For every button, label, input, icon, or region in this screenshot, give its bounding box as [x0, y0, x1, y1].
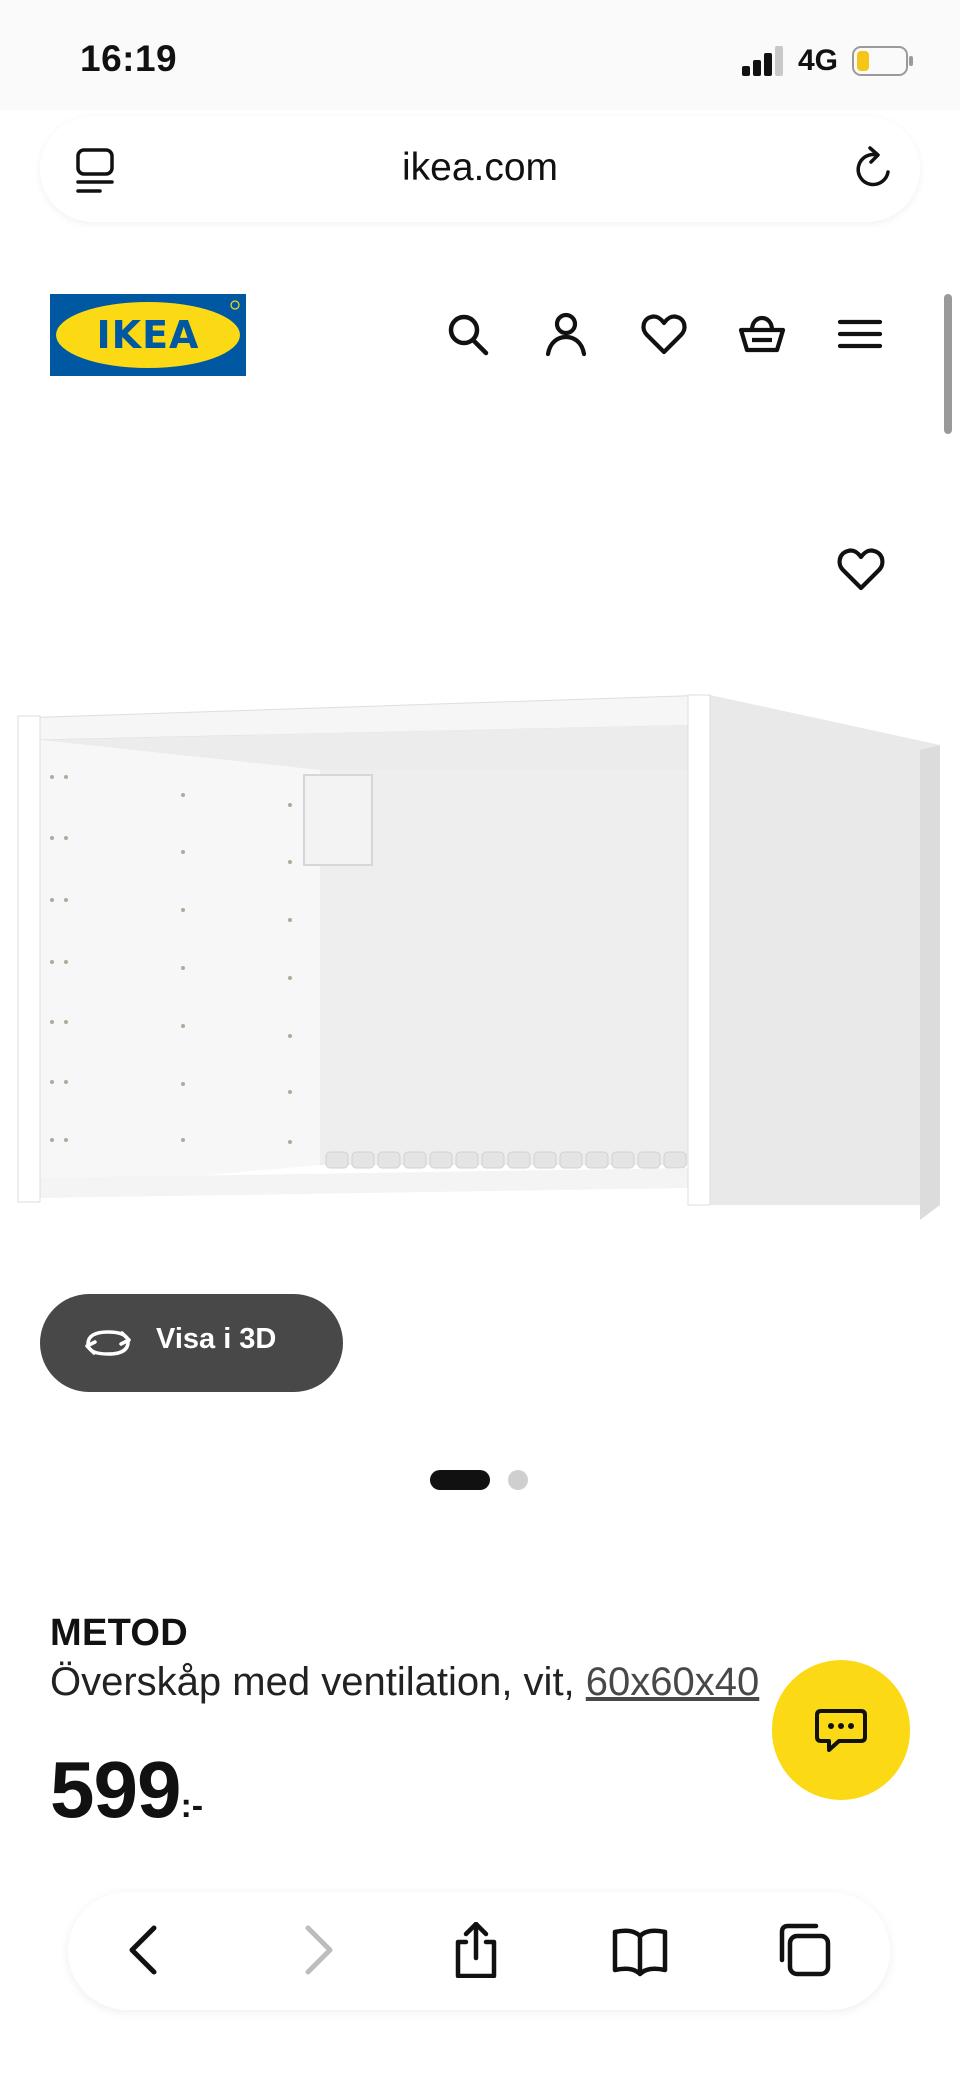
product-image[interactable]: [0, 680, 960, 1300]
product-size-link[interactable]: 60x60x40: [586, 1660, 759, 1704]
bookmarks-icon[interactable]: [612, 1922, 668, 1978]
product-description: Överskåp med ventilation, vit, 60x60x40: [50, 1660, 759, 1705]
menu-icon[interactable]: [836, 310, 884, 358]
product-description-text: Överskåp med ventilation, vit,: [50, 1660, 586, 1704]
search-icon[interactable]: [444, 310, 492, 358]
forward-icon[interactable]: [288, 1922, 344, 1978]
tabs-icon[interactable]: [776, 1922, 832, 1978]
account-icon[interactable]: [542, 310, 590, 358]
add-to-favorites-icon[interactable]: [836, 544, 886, 592]
basket-icon[interactable]: [738, 310, 786, 358]
reload-icon[interactable]: [852, 146, 896, 192]
carousel-dot[interactable]: [508, 1470, 528, 1490]
share-icon[interactable]: [448, 1922, 504, 1978]
rotate-3d-icon: [85, 1330, 131, 1356]
carousel-dot-active[interactable]: [430, 1470, 490, 1490]
product-name: METOD: [50, 1612, 189, 1654]
price-value: 599: [50, 1745, 181, 1834]
battery-icon: [852, 46, 913, 76]
ikea-logo[interactable]: IKEA: [50, 294, 246, 376]
product-price: 599:-: [50, 1744, 203, 1836]
price-suffix: :-: [180, 1787, 204, 1825]
network-label: 4G: [798, 44, 839, 77]
status-time: 16:19: [80, 38, 178, 79]
view-in-3d-label: Visa i 3D: [156, 1323, 277, 1355]
signal-icon: [742, 46, 783, 76]
page-scrollbar[interactable]: [944, 294, 952, 434]
favorites-icon[interactable]: [640, 310, 688, 358]
chat-icon: [815, 1709, 867, 1752]
url-text[interactable]: ikea.com: [0, 146, 960, 190]
back-icon[interactable]: [118, 1922, 174, 1978]
svg-text:IKEA: IKEA: [97, 313, 200, 357]
